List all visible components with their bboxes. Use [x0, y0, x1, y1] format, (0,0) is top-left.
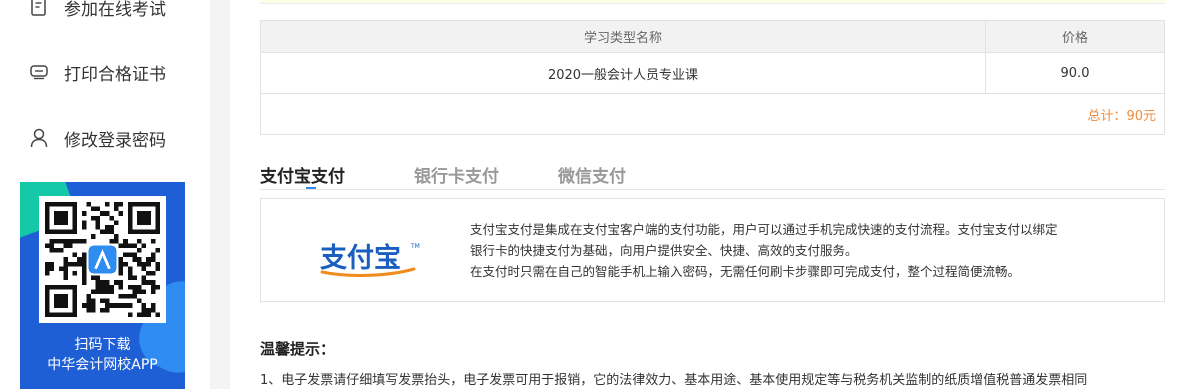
sidebar-item-label: 修改登录密码	[64, 130, 166, 151]
sidebar-item-label: 参加在线考试	[64, 0, 166, 20]
svg-text:支付宝: 支付宝	[320, 242, 401, 274]
tips-line-1: 1、电子发票请仔细填写发票抬头，电子发票可用于报销，它的法律效力、基本用途、基本…	[260, 373, 1088, 388]
tab-bank-card[interactable]: 银行卡支付	[414, 162, 499, 187]
main-content: 学习类型名称 价格 2020一般会计人员专业课 90.0 总计：90元 支付宝支…	[230, 0, 1193, 389]
sidebar-item-online-exam[interactable]: 参加在线考试	[28, 0, 166, 22]
alipay-description: 支付宝支付是集成在支付宝客户端的支付功能，用户可以通过手机完成快速的支付流程。支…	[470, 219, 1140, 282]
alipay-panel: 支付宝 TM 支付宝支付是集成在支付宝客户端的支付功能，用户可以通过手机完成快速…	[260, 198, 1165, 302]
sidebar-item-label: 打印合格证书	[64, 64, 166, 85]
tab-wechat[interactable]: 微信支付	[558, 162, 626, 187]
active-tab-indicator	[306, 187, 316, 189]
promo-line-1: 扫码下载	[74, 337, 131, 353]
column-header: 价格	[985, 20, 1165, 53]
payment-tabs: 支付宝支付 银行卡支付 微信支付	[260, 160, 1165, 190]
table-total-row: 总计：90元	[260, 93, 1165, 135]
order-table: 学习类型名称 价格 2020一般会计人员专业课 90.0 总计：90元	[260, 20, 1165, 135]
sidebar-item-print-certificate[interactable]: 打印合格证书	[28, 57, 166, 87]
tips-title: 温馨提示：	[260, 340, 336, 358]
certificate-icon	[28, 61, 50, 83]
description-line: 在支付时只需在自己的智能手机上输入密码，无需任何刷卡步骤即可完成支付，整个过程简…	[470, 264, 1021, 279]
column-header: 学习类型名称	[260, 20, 986, 53]
svg-text:TM: TM	[410, 243, 420, 250]
promo-line-2: 中华会计网校APP	[47, 357, 158, 373]
course-name: 2020一般会计人员专业课	[260, 52, 986, 94]
user-icon	[28, 127, 50, 149]
description-line: 支付宝支付是集成在支付宝客户端的支付功能，用户可以通过手机完成快速的支付流程。支…	[470, 222, 1058, 237]
alipay-logo: 支付宝 TM	[316, 239, 426, 283]
divider	[260, 0, 1165, 4]
sidebar-item-change-password[interactable]: 修改登录密码	[28, 123, 166, 153]
tab-alipay[interactable]: 支付宝支付	[260, 162, 345, 187]
table-header-row: 学习类型名称 价格	[260, 20, 1165, 53]
course-price: 90.0	[985, 52, 1165, 94]
sidebar: 参加在线考试 打印合格证书 修改登录密码 扫码下载 中华会计网校APP	[0, 0, 210, 389]
exam-icon	[28, 0, 50, 18]
qr-code	[39, 196, 166, 323]
order-total: 总计：90元	[260, 93, 1165, 135]
description-line: 银行卡的快捷支付为基础，向用户提供安全、快捷、高效的支付服务。	[470, 243, 858, 258]
app-download-promo[interactable]: 扫码下载 中华会计网校APP	[20, 182, 185, 389]
table-row: 2020一般会计人员专业课 90.0	[260, 52, 1165, 94]
